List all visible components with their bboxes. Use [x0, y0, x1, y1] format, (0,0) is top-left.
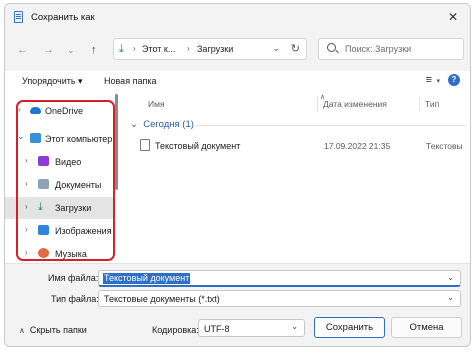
save-button[interactable]: Сохранить: [314, 317, 385, 338]
window-title: Сохранить как: [31, 12, 95, 23]
view-options-icon[interactable]: ≡: [426, 74, 432, 86]
organize-button[interactable]: Упорядочить ▾: [22, 76, 83, 87]
address-separator: ›: [133, 44, 136, 53]
column-divider[interactable]: [419, 97, 420, 111]
title-bar: Сохранить как ✕: [5, 4, 470, 31]
file-type: Текстовы: [426, 141, 463, 151]
encoding-label: Кодировка:: [152, 325, 199, 335]
new-folder-button[interactable]: Новая папка: [104, 76, 156, 86]
filetype-label: Тип файла:: [51, 294, 99, 304]
file-date: 17.09.2022 21:35: [324, 141, 391, 151]
close-button[interactable]: ✕: [448, 10, 458, 24]
recent-locations-button[interactable]: ⌄: [67, 43, 75, 57]
up-button[interactable]: ↑: [91, 43, 97, 57]
refresh-icon[interactable]: ↻: [291, 42, 300, 55]
file-list: Имя ∧ Дата изменения Тип ⌄ Сегодня (1) Т…: [120, 93, 470, 263]
group-divider: [196, 125, 466, 126]
group-header-today[interactable]: ⌄ Сегодня (1): [130, 119, 194, 130]
column-header-type[interactable]: Тип: [425, 99, 439, 109]
encoding-dropdown-chevron-icon[interactable]: ⌄: [291, 322, 298, 331]
forward-button[interactable]: →: [43, 43, 54, 57]
navigation-pane-scrollbar[interactable]: [115, 94, 118, 190]
filename-field[interactable]: Текстовый документ ⌄: [98, 270, 461, 287]
hide-folders-label: Скрыть папки: [29, 325, 87, 335]
filetype-value: Текстовые документы (*.txt): [104, 294, 220, 304]
column-header-date[interactable]: Дата изменения: [323, 99, 387, 109]
filetype-select[interactable]: Текстовые документы (*.txt) ⌄: [98, 290, 461, 307]
back-button[interactable]: ←: [17, 43, 28, 57]
notepad-icon: [14, 11, 23, 23]
filename-value[interactable]: Текстовый документ: [103, 273, 191, 284]
filename-dropdown-chevron-icon[interactable]: ⌄: [447, 273, 454, 282]
search-icon: [327, 43, 336, 52]
address-bar[interactable]: ⤓ › Этот к... › Загрузки ⌄ ↻: [113, 38, 307, 60]
save-form: Имя файла: Текстовый документ ⌄ Тип файл…: [5, 263, 470, 346]
filename-label: Имя файла:: [48, 273, 99, 283]
address-segment-computer[interactable]: Этот к...: [142, 44, 175, 54]
cancel-button[interactable]: Отмена: [391, 317, 462, 338]
file-row[interactable]: Текстовый документ 17.09.2022 21:35 Текс…: [128, 137, 468, 155]
search-input[interactable]: Поиск: Загрузки: [318, 38, 464, 60]
help-icon[interactable]: ?: [448, 74, 460, 86]
group-label: Сегодня (1): [143, 119, 194, 130]
file-name: Текстовый документ: [155, 141, 241, 151]
search-placeholder: Поиск: Загрузки: [345, 44, 412, 54]
text-file-icon: [140, 139, 150, 151]
command-bar: Упорядочить ▾ Новая папка ≡ ▾ ?: [5, 71, 470, 93]
filetype-dropdown-chevron-icon[interactable]: ⌄: [447, 293, 454, 302]
address-segment-downloads[interactable]: Загрузки: [197, 44, 233, 54]
group-collapse-chevron-icon: ⌄: [130, 119, 138, 130]
column-header-name[interactable]: Имя: [148, 99, 165, 109]
save-as-dialog: Сохранить как ✕ ← → ⌄ ↑ ⤓ › Этот к... › …: [4, 3, 471, 347]
collapse-caret-icon: ∧: [19, 326, 25, 335]
navigation-bar: ← → ⌄ ↑ ⤓ › Этот к... › Загрузки ⌄ ↻ Пои…: [5, 31, 470, 71]
encoding-select[interactable]: UTF-8 ⌄: [198, 319, 305, 337]
hide-folders-button[interactable]: ∧ Скрыть папки: [19, 325, 87, 335]
encoding-value: UTF-8: [204, 324, 230, 334]
annotation-highlight-box: [16, 100, 115, 261]
column-divider[interactable]: [317, 97, 318, 111]
download-icon: ⤓: [119, 43, 124, 55]
address-separator: ›: [187, 44, 190, 53]
view-options-chevron[interactable]: ▾: [436, 77, 440, 85]
address-history-chevron[interactable]: ⌄: [272, 43, 280, 54]
